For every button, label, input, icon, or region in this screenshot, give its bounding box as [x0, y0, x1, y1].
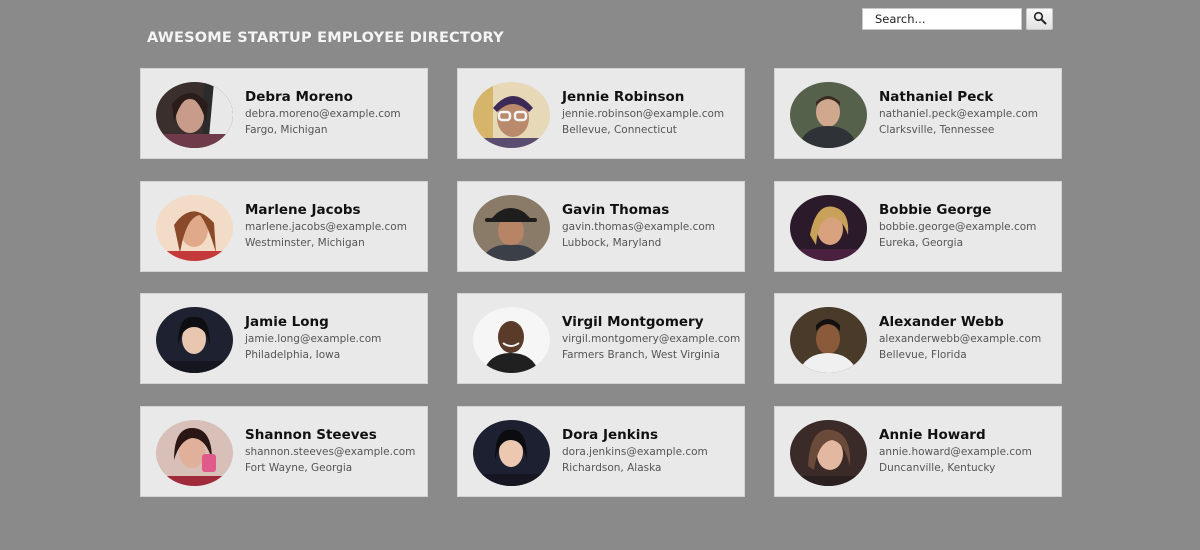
employee-name: Bobbie George	[879, 201, 992, 218]
employee-email: alexanderwebb@example.com	[879, 333, 1042, 345]
employee-card[interactable]: Marlene Jacobs marlene.jacobs@example.co…	[140, 180, 428, 272]
employee-location: Fargo, Michigan	[245, 124, 328, 136]
avatar	[473, 82, 550, 148]
avatar	[790, 419, 867, 486]
employee-email: nathaniel.peck@example.com	[879, 108, 1039, 120]
employee-email: debra.moreno@example.com	[245, 108, 401, 120]
employee-name: Annie Howard	[879, 426, 986, 443]
employee-location: Fort Wayne, Georgia	[245, 461, 353, 474]
employee-card[interactable]: Shannon Steeves shannon.steeves@example.…	[140, 405, 428, 497]
employee-location: Clarksville, Tennessee	[879, 124, 995, 136]
avatar	[156, 307, 233, 373]
employee-card[interactable]: Nathaniel Peck nathaniel.peck@example.co…	[774, 68, 1062, 159]
employee-email: annie.howard@example.com	[879, 445, 1032, 458]
employee-name: Gavin Thomas	[562, 201, 670, 218]
employee-card[interactable]: Gavin Thomas gavin.thomas@example.com Lu…	[457, 180, 745, 272]
magnifier-icon	[1033, 11, 1047, 28]
avatar	[790, 307, 867, 373]
employee-email: jennie.robinson@example.com	[562, 108, 725, 120]
employee-name: Nathaniel Peck	[879, 89, 994, 105]
employee-location: Richardson, Alaska	[562, 461, 662, 474]
employee-email: dora.jenkins@example.com	[562, 445, 708, 458]
employee-location: Bellevue, Connecticut	[562, 124, 677, 136]
employee-grid: Debra Moreno debra.moreno@example.com Fa…	[140, 68, 1062, 497]
avatar	[156, 194, 233, 261]
employee-email: jamie.long@example.com	[245, 333, 382, 345]
employee-email: gavin.thomas@example.com	[562, 220, 716, 233]
search-input[interactable]	[862, 8, 1022, 30]
employee-card[interactable]: Alexander Webb alexanderwebb@example.com…	[774, 293, 1062, 384]
employee-name: Marlene Jacobs	[245, 201, 361, 218]
employee-name: Shannon Steeves	[245, 426, 377, 443]
avatar	[790, 82, 867, 148]
employee-card[interactable]: Jennie Robinson jennie.robinson@example.…	[457, 68, 745, 159]
employee-name: Jennie Robinson	[562, 89, 685, 105]
employee-location: Farmers Branch, West Virginia	[562, 349, 720, 361]
employee-email: shannon.steeves@example.com	[245, 445, 416, 458]
employee-email: virgil.montgomery@example.com	[562, 333, 741, 345]
search-form	[862, 8, 1053, 30]
employee-location: Duncanville, Kentucky	[879, 461, 996, 474]
employee-name: Debra Moreno	[245, 89, 353, 105]
employee-card[interactable]: Dora Jenkins dora.jenkins@example.com Ri…	[457, 405, 745, 497]
employee-email: marlene.jacobs@example.com	[245, 220, 407, 233]
employee-card[interactable]: Bobbie George bobbie.george@example.com …	[774, 180, 1062, 272]
employee-card[interactable]: Annie Howard annie.howard@example.com Du…	[774, 405, 1062, 497]
page-title: AWESOME STARTUP EMPLOYEE DIRECTORY	[147, 30, 504, 46]
employee-name: Dora Jenkins	[562, 426, 658, 443]
employee-location: Bellevue, Florida	[879, 349, 967, 361]
employee-location: Westminster, Michigan	[245, 236, 365, 249]
employee-card[interactable]: Jamie Long jamie.long@example.com Philad…	[140, 293, 428, 384]
employee-card[interactable]: Debra Moreno debra.moreno@example.com Fa…	[140, 68, 428, 159]
employee-location: Eureka, Georgia	[879, 236, 964, 249]
employee-name: Virgil Montgomery	[562, 314, 704, 330]
employee-card[interactable]: Virgil Montgomery virgil.montgomery@exam…	[457, 293, 745, 384]
avatar	[156, 419, 233, 486]
avatar	[156, 82, 233, 148]
avatar	[473, 419, 550, 486]
employee-location: Philadelphia, Iowa	[245, 349, 341, 361]
employee-email: bobbie.george@example.com	[879, 220, 1037, 233]
employee-name: Jamie Long	[245, 314, 329, 330]
search-button[interactable]	[1026, 8, 1053, 30]
avatar	[473, 194, 550, 261]
employee-location: Lubbock, Maryland	[562, 236, 662, 249]
avatar	[473, 307, 550, 373]
employee-name: Alexander Webb	[879, 314, 1004, 330]
avatar	[790, 194, 867, 261]
